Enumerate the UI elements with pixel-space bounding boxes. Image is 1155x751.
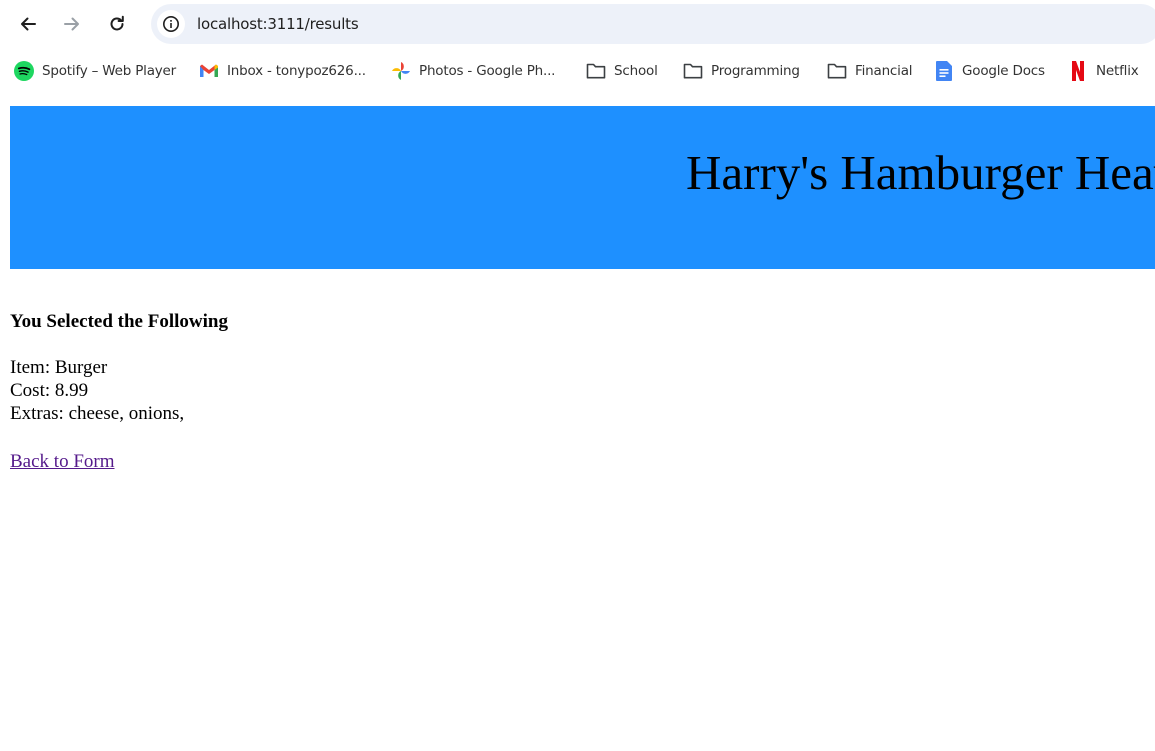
bookmark-label: Spotify – Web Player [42, 63, 177, 79]
bookmark-label: Photos - Google Ph... [419, 63, 556, 79]
bookmark-label: Google Docs [962, 63, 1045, 79]
order-details: Item: Burger Cost: 8.99 Extras: cheese, … [10, 356, 228, 425]
browser-toolbar: localhost:3111/results [0, 0, 1155, 48]
gmail-icon [199, 61, 219, 81]
netflix-icon [1068, 61, 1088, 81]
arrow-right-icon [64, 17, 79, 31]
back-button[interactable] [12, 8, 44, 40]
address-bar[interactable]: localhost:3111/results [151, 4, 1155, 44]
google-docs-icon [934, 61, 954, 81]
reload-button[interactable] [101, 8, 133, 40]
folder-icon [586, 61, 606, 81]
bookmark-google-photos[interactable]: Photos - Google Ph... [391, 56, 555, 86]
bookmark-google-docs[interactable]: Google Docs [934, 56, 1045, 86]
bookmark-label: Financial [855, 63, 913, 79]
bookmarks-bar: Spotify – Web Player Inbox - tonypoz626.… [0, 56, 1155, 86]
results-section: You Selected the Following Item: Burger … [10, 310, 228, 473]
back-to-form-link[interactable]: Back to Form [10, 450, 115, 473]
reload-icon [110, 15, 124, 31]
bookmark-label: School [614, 63, 658, 79]
site-title: Harry's Hamburger Heaven [686, 145, 1155, 200]
folder-icon [683, 61, 703, 81]
bookmark-folder-programming[interactable]: Programming [683, 56, 800, 86]
site-banner: Harry's Hamburger Heaven [10, 106, 1155, 269]
forward-button[interactable] [56, 8, 88, 40]
folder-icon [827, 61, 847, 81]
google-photos-icon [391, 61, 411, 81]
bookmark-label: Inbox - tonypoz626... [227, 63, 366, 79]
results-heading: You Selected the Following [10, 311, 228, 332]
selected-item: Item: Burger [10, 357, 108, 378]
spotify-icon [14, 61, 34, 81]
selected-extras: Extras: cheese, onions, [10, 403, 185, 424]
bookmark-label: Programming [711, 63, 800, 79]
bookmark-folder-school[interactable]: School [586, 56, 658, 86]
bookmark-spotify[interactable]: Spotify – Web Player [14, 56, 176, 86]
bookmark-label: Netflix [1096, 63, 1139, 79]
selected-cost: Cost: 8.99 [10, 380, 89, 401]
arrow-left-icon [21, 17, 36, 31]
bookmark-gmail[interactable]: Inbox - tonypoz626... [199, 56, 366, 86]
site-info-icon[interactable] [157, 10, 185, 38]
bookmark-netflix[interactable]: Netflix [1068, 56, 1139, 86]
address-url[interactable]: localhost:3111/results [197, 15, 359, 33]
bookmark-folder-financial[interactable]: Financial [827, 56, 913, 86]
